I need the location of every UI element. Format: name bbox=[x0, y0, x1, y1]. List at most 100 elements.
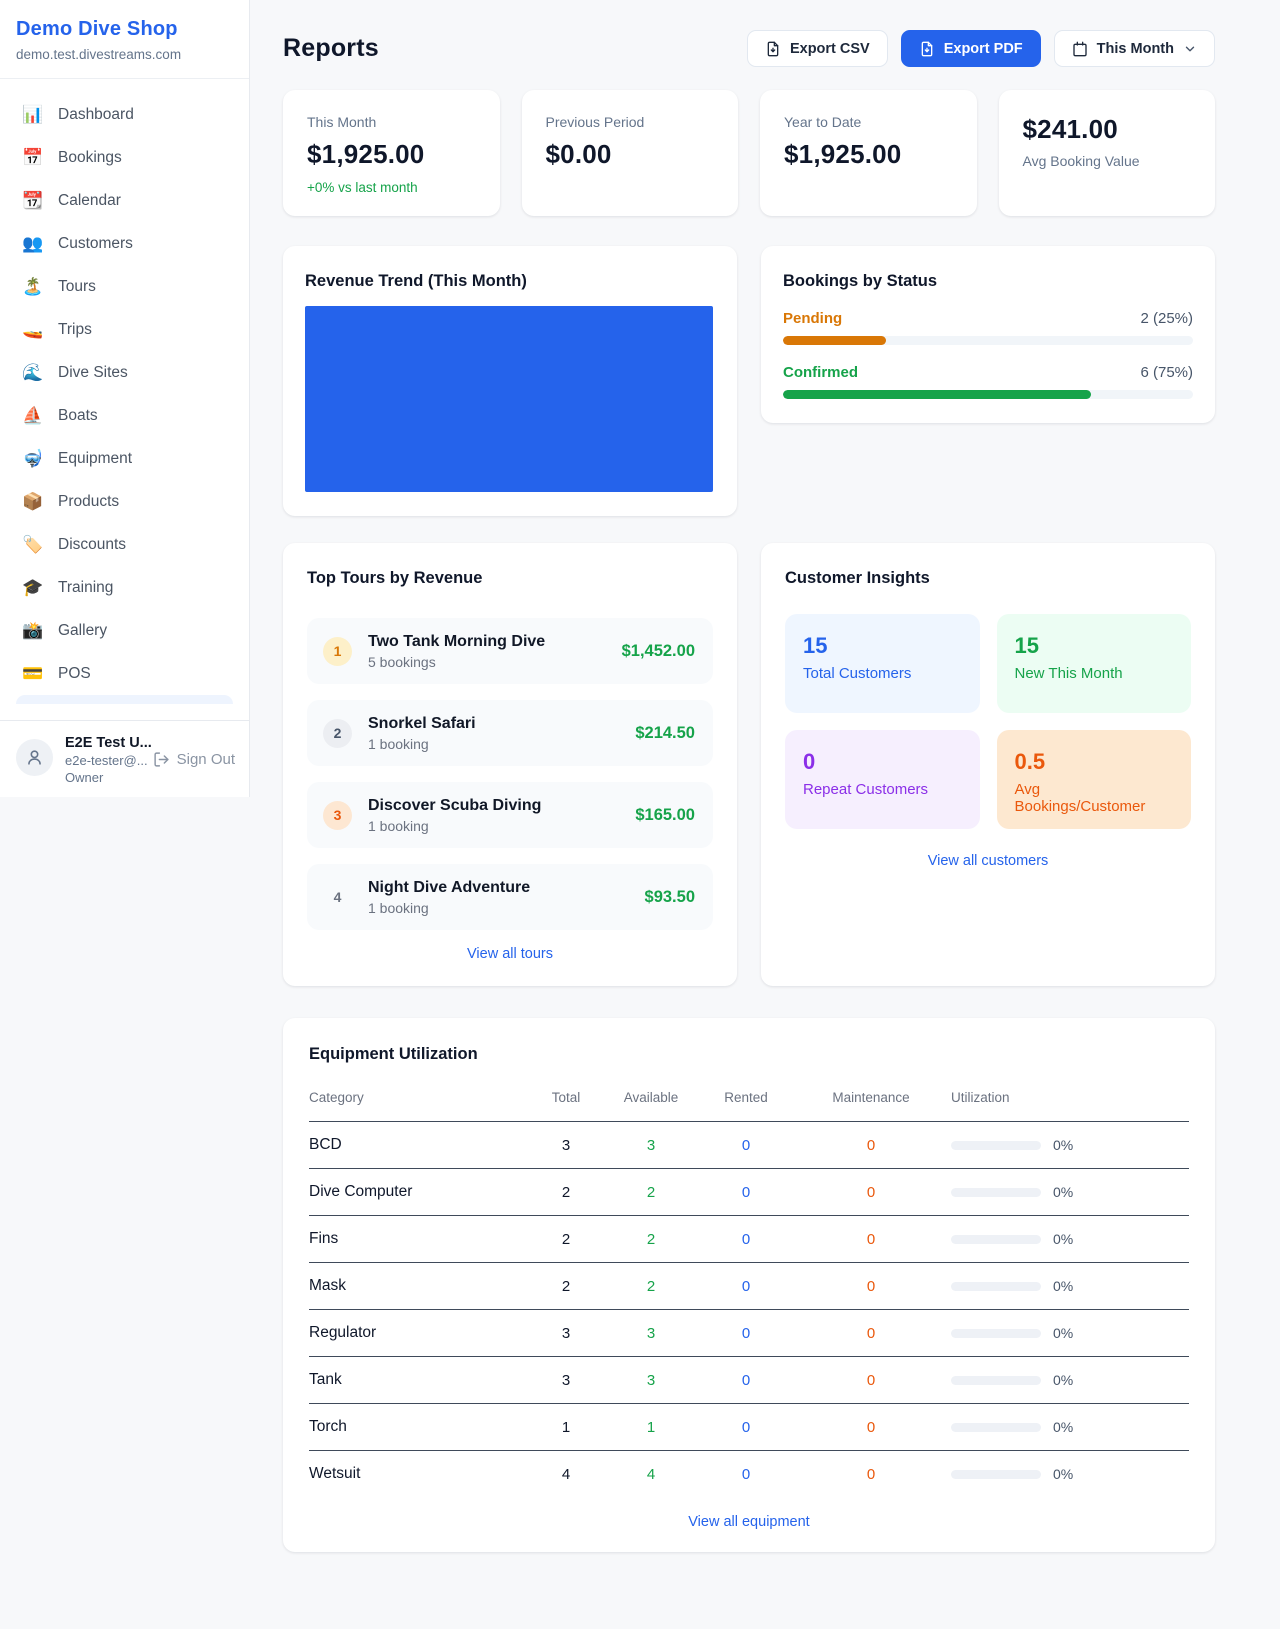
sidebar-item-discounts[interactable]: 🏷️ Discounts bbox=[8, 523, 241, 566]
tour-row[interactable]: 4 Night Dive Adventure 1 booking $93.50 bbox=[307, 864, 713, 930]
sidebar-nav: 📊 Dashboard 📅 Bookings 📆 Calendar 👥 Cust… bbox=[0, 79, 249, 704]
view-all-equipment-link[interactable]: View all equipment bbox=[688, 1514, 809, 1530]
main-content: Reports Export CSV Export PDF bbox=[250, 0, 1280, 1629]
cell-total: 2 bbox=[531, 1263, 601, 1310]
cell-maintenance: 0 bbox=[791, 1357, 951, 1404]
sidebar-item-trips[interactable]: 🚤 Trips bbox=[8, 308, 241, 351]
cell-available: 2 bbox=[601, 1169, 701, 1216]
sidebar-item-dashboard[interactable]: 📊 Dashboard bbox=[8, 93, 241, 136]
sidebar-item-bookings[interactable]: 📅 Bookings bbox=[8, 136, 241, 179]
utilization-bar bbox=[951, 1376, 1041, 1385]
tile-total-customers: 15 Total Customers bbox=[785, 614, 980, 713]
customer-insights-card: Customer Insights 15 Total Customers 15 … bbox=[761, 543, 1215, 986]
table-row: Torch 1 1 0 0 0% bbox=[309, 1404, 1189, 1451]
cell-rented: 0 bbox=[701, 1451, 791, 1498]
utilization-bar bbox=[951, 1329, 1041, 1338]
view-all-customers-link[interactable]: View all customers bbox=[928, 853, 1049, 869]
tile-value: 15 bbox=[1015, 633, 1174, 659]
sidebar-item-products[interactable]: 📦 Products bbox=[8, 480, 241, 523]
period-label: This Month bbox=[1097, 41, 1174, 57]
tile-label: Repeat Customers bbox=[803, 781, 962, 798]
shop-domain: demo.test.divestreams.com bbox=[16, 47, 233, 62]
cell-category: Dive Computer bbox=[309, 1169, 531, 1216]
tour-row[interactable]: 1 Two Tank Morning Dive 5 bookings $1,45… bbox=[307, 618, 713, 684]
insights-row: Top Tours by Revenue 1 Two Tank Morning … bbox=[283, 543, 1215, 986]
cell-utilization: 0% bbox=[951, 1263, 1189, 1310]
charts-row: Revenue Trend (This Month) Bookings by S… bbox=[283, 246, 1215, 516]
package-icon: 📦 bbox=[22, 493, 44, 510]
cell-available: 2 bbox=[601, 1216, 701, 1263]
file-export-icon bbox=[919, 41, 935, 57]
sidebar-item-dive-sites[interactable]: 🌊 Dive Sites bbox=[8, 351, 241, 394]
rank-badge: 1 bbox=[323, 637, 352, 666]
insight-tiles: 15 Total Customers 15 New This Month 0 R… bbox=[785, 614, 1191, 829]
sidebar-item-calendar[interactable]: 📆 Calendar bbox=[8, 179, 241, 222]
customers-icon: 👥 bbox=[22, 235, 44, 252]
status-value: 2 (25%) bbox=[1140, 310, 1193, 327]
tour-name: Snorkel Safari bbox=[368, 715, 476, 733]
cell-category: Torch bbox=[309, 1404, 531, 1451]
cell-available: 1 bbox=[601, 1404, 701, 1451]
sidebar-item-pos[interactable]: 💳 POS bbox=[8, 652, 241, 695]
utilization-percent: 0% bbox=[1053, 1137, 1073, 1153]
status-label: Confirmed bbox=[783, 364, 858, 381]
cell-maintenance: 0 bbox=[791, 1122, 951, 1169]
cell-maintenance: 0 bbox=[791, 1451, 951, 1498]
sidebar-item-equipment[interactable]: 🤿 Equipment bbox=[8, 437, 241, 480]
column-header: Rented bbox=[701, 1078, 791, 1122]
tile-new-this-month: 15 New This Month bbox=[997, 614, 1192, 713]
sign-out-icon bbox=[153, 751, 170, 768]
cell-category: Wetsuit bbox=[309, 1451, 531, 1498]
sidebar-item-training[interactable]: 🎓 Training bbox=[8, 566, 241, 609]
tour-row[interactable]: 2 Snorkel Safari 1 booking $214.50 bbox=[307, 700, 713, 766]
sidebar-item-customers[interactable]: 👥 Customers bbox=[8, 222, 241, 265]
tile-label: Total Customers bbox=[803, 665, 962, 682]
table-row: Dive Computer 2 2 0 0 0% bbox=[309, 1169, 1189, 1216]
column-header: Total bbox=[531, 1078, 601, 1122]
header-actions: Export CSV Export PDF This Month bbox=[747, 30, 1215, 67]
cell-utilization: 0% bbox=[951, 1451, 1189, 1498]
user-name: E2E Test U... bbox=[65, 735, 141, 751]
shop-name-link[interactable]: Demo Dive Shop bbox=[16, 18, 233, 41]
sidebar-item-boats[interactable]: ⛵ Boats bbox=[8, 394, 241, 437]
tile-value: 0.5 bbox=[1015, 749, 1174, 775]
sidebar-item-tours[interactable]: 🏝️ Tours bbox=[8, 265, 241, 308]
status-label: Pending bbox=[783, 310, 842, 327]
tour-bookings: 1 booking bbox=[368, 900, 530, 916]
status-value: 6 (75%) bbox=[1140, 364, 1193, 381]
tour-name: Night Dive Adventure bbox=[368, 879, 530, 897]
sailboat-icon: ⛵ bbox=[22, 407, 44, 424]
revenue-trend-title: Revenue Trend (This Month) bbox=[305, 272, 713, 291]
tile-repeat-customers: 0 Repeat Customers bbox=[785, 730, 980, 829]
cell-utilization: 0% bbox=[951, 1357, 1189, 1404]
sidebar-item-reports-partial[interactable] bbox=[16, 695, 233, 704]
cell-rented: 0 bbox=[701, 1404, 791, 1451]
progress-track bbox=[783, 390, 1193, 399]
utilization-percent: 0% bbox=[1053, 1184, 1073, 1200]
top-tours-title: Top Tours by Revenue bbox=[307, 569, 713, 588]
file-export-icon bbox=[765, 41, 781, 57]
equipment-utilization-title: Equipment Utilization bbox=[309, 1045, 1189, 1064]
rank-badge: 2 bbox=[323, 719, 352, 748]
sidebar-item-gallery[interactable]: 📸 Gallery bbox=[8, 609, 241, 652]
tour-amount: $1,452.00 bbox=[622, 642, 695, 661]
rank-badge: 4 bbox=[323, 883, 352, 912]
page-title: Reports bbox=[283, 34, 379, 63]
cell-category: Fins bbox=[309, 1216, 531, 1263]
table-row: Fins 2 2 0 0 0% bbox=[309, 1216, 1189, 1263]
cell-category: Mask bbox=[309, 1263, 531, 1310]
user-panel: E2E Test U... e2e-tester@... Owner Sign … bbox=[0, 720, 249, 797]
sign-out-button[interactable]: Sign Out bbox=[153, 751, 235, 768]
cell-available: 2 bbox=[601, 1263, 701, 1310]
export-pdf-button[interactable]: Export PDF bbox=[901, 30, 1041, 67]
utilization-bar bbox=[951, 1282, 1041, 1291]
chevron-down-icon bbox=[1183, 42, 1197, 56]
sidebar-item-label: Discounts bbox=[58, 536, 126, 554]
progress-fill-pending bbox=[783, 336, 886, 345]
view-all-tours-link[interactable]: View all tours bbox=[467, 946, 553, 962]
tour-row[interactable]: 3 Discover Scuba Diving 1 booking $165.0… bbox=[307, 782, 713, 848]
period-dropdown[interactable]: This Month bbox=[1054, 30, 1215, 67]
export-csv-button[interactable]: Export CSV bbox=[747, 30, 888, 67]
stat-delta: +0% vs last month bbox=[307, 180, 476, 195]
tour-bookings: 1 booking bbox=[368, 818, 541, 834]
